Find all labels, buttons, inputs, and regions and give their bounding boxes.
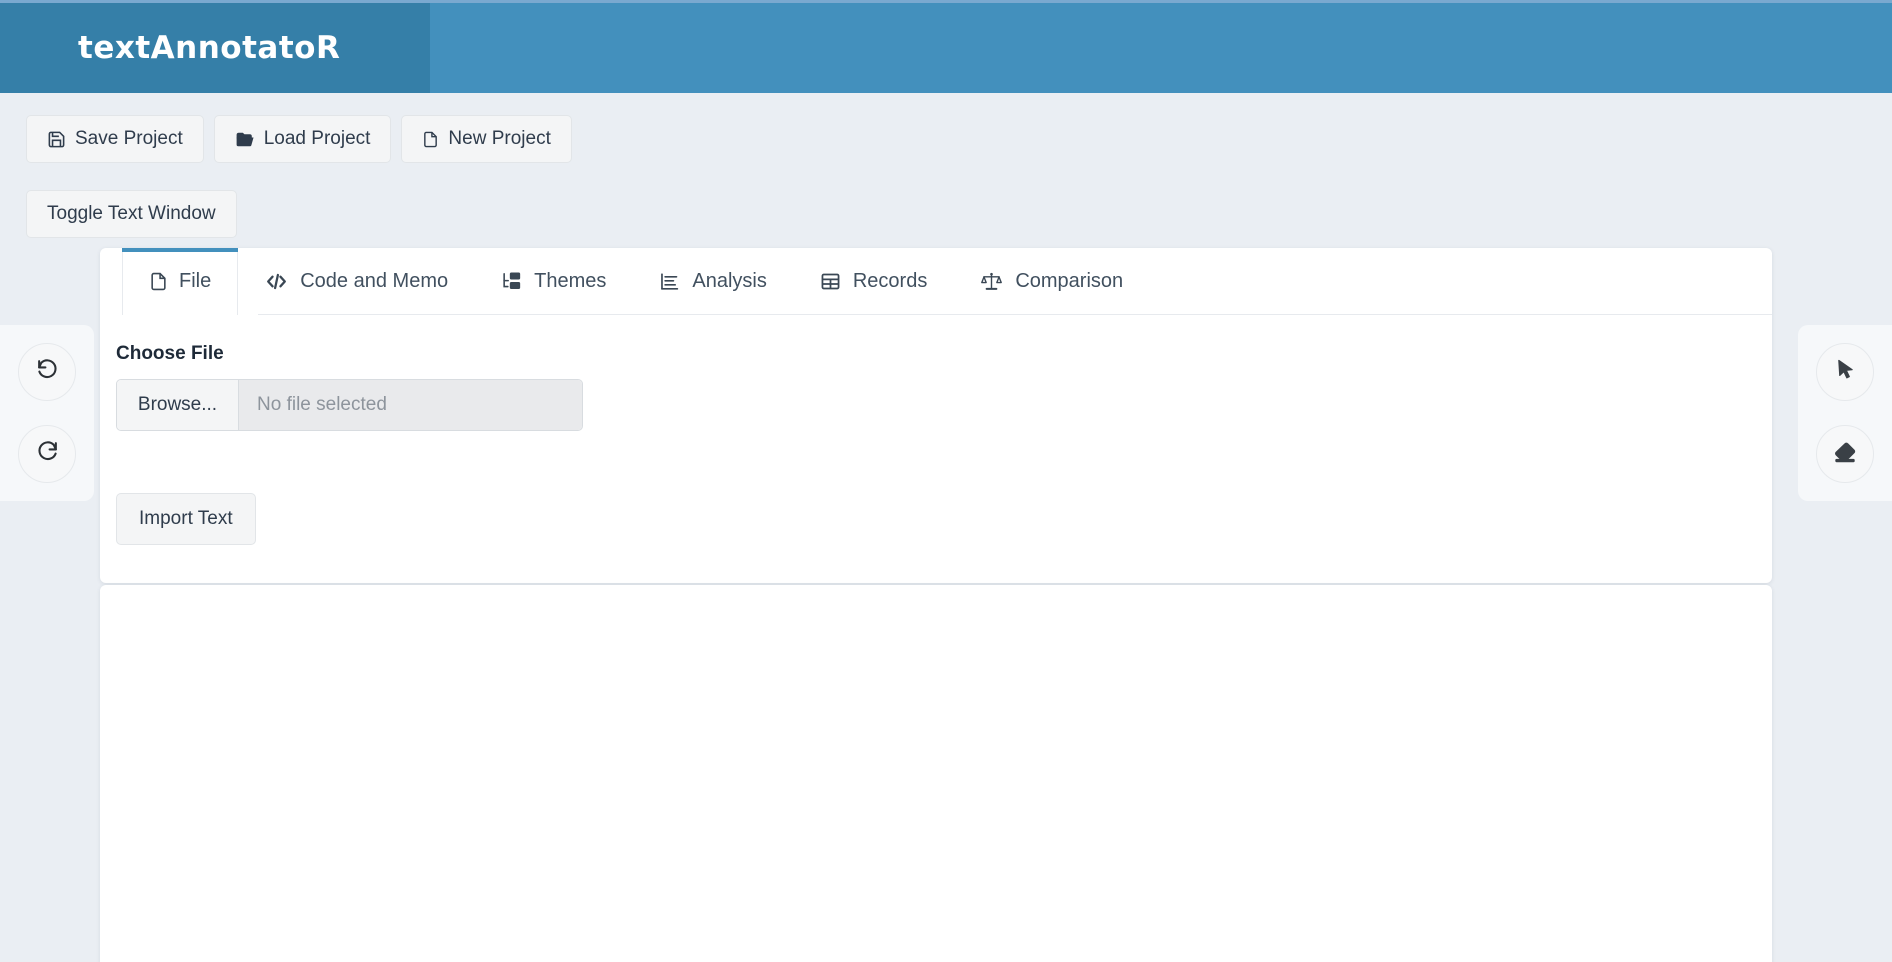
cursor-pointer-icon	[1834, 358, 1857, 386]
load-project-label: Load Project	[263, 128, 371, 149]
main-panel-card: File Code and Memo Themes Analysis Recor…	[100, 248, 1772, 583]
new-project-button[interactable]: New Project	[401, 115, 572, 163]
import-text-button[interactable]: Import Text	[116, 493, 256, 545]
themes-tree-icon	[500, 271, 523, 292]
tab-comparison-label: Comparison	[1015, 270, 1124, 292]
save-icon	[47, 130, 66, 149]
eraser-tool-button[interactable]	[1816, 425, 1874, 483]
tab-themes[interactable]: Themes	[474, 248, 632, 315]
toggle-text-window-label: Toggle Text Window	[47, 203, 216, 224]
undo-button[interactable]	[18, 343, 76, 401]
tab-code-and-memo[interactable]: Code and Memo	[238, 248, 474, 315]
toolbar: Save Project Load Project New Project To…	[0, 93, 1892, 238]
app-title: textAnnotatoR	[78, 30, 341, 66]
text-window-card[interactable]	[100, 585, 1772, 962]
browse-button[interactable]: Browse...	[117, 380, 239, 430]
selected-file-name: No file selected	[239, 380, 582, 430]
file-icon	[422, 130, 439, 149]
toggle-button-row: Toggle Text Window	[26, 190, 1892, 238]
pointer-tool-button[interactable]	[1816, 343, 1874, 401]
redo-icon	[35, 439, 60, 469]
tab-code-and-memo-label: Code and Memo	[300, 270, 449, 292]
tab-comparison[interactable]: Comparison	[953, 248, 1149, 315]
tab-records-label: Records	[852, 270, 928, 292]
save-project-button[interactable]: Save Project	[26, 115, 204, 163]
redo-button[interactable]	[18, 425, 76, 483]
file-picker[interactable]: Browse... No file selected	[116, 379, 583, 431]
toggle-text-window-button[interactable]: Toggle Text Window	[26, 190, 237, 238]
table-grid-icon	[819, 271, 842, 292]
undo-icon	[35, 357, 60, 387]
project-button-row: Save Project Load Project New Project	[26, 115, 1892, 163]
tab-file-label: File	[179, 270, 212, 292]
left-tool-rail	[0, 325, 94, 501]
bar-chart-icon	[658, 271, 681, 292]
tab-records[interactable]: Records	[793, 248, 953, 315]
file-icon	[149, 271, 168, 292]
tab-bar: File Code and Memo Themes Analysis Recor…	[100, 248, 1772, 315]
main-region: File Code and Memo Themes Analysis Recor…	[0, 248, 1892, 962]
app-header: textAnnotatoR	[0, 0, 1892, 93]
load-project-button[interactable]: Load Project	[213, 115, 392, 163]
scales-balance-icon	[979, 271, 1004, 292]
tab-analysis-label: Analysis	[692, 270, 767, 292]
folder-open-icon	[235, 130, 255, 149]
tab-analysis[interactable]: Analysis	[632, 248, 792, 315]
tab-themes-label: Themes	[534, 270, 607, 292]
eraser-icon	[1833, 440, 1857, 469]
choose-file-label: Choose File	[116, 343, 224, 364]
brand-panel: textAnnotatoR	[0, 3, 430, 93]
save-project-label: Save Project	[75, 128, 183, 149]
tab-file[interactable]: File	[122, 248, 239, 315]
file-tab-content: Choose File Browse... No file selected I…	[100, 315, 1772, 545]
import-text-label: Import Text	[139, 508, 233, 529]
right-tool-rail	[1798, 325, 1892, 501]
new-project-label: New Project	[448, 128, 551, 149]
code-icon	[264, 271, 289, 292]
